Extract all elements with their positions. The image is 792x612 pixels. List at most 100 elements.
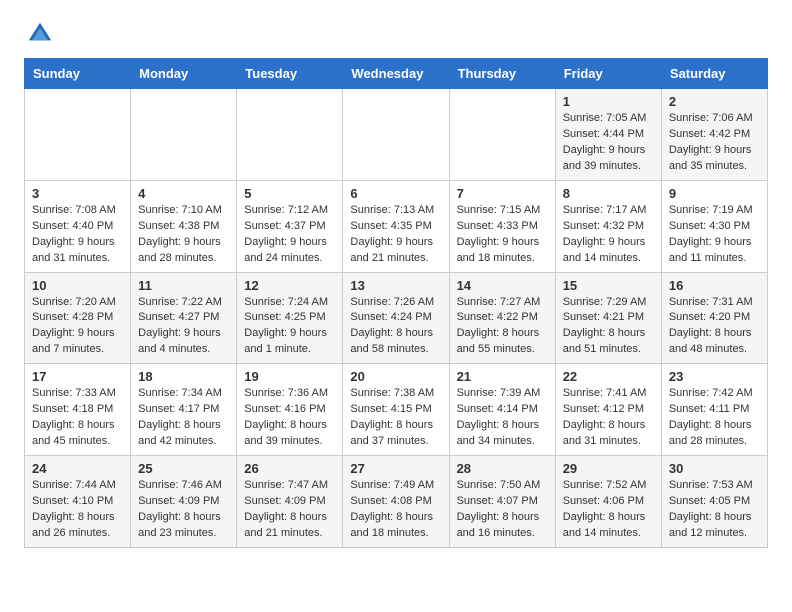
calendar-cell: [25, 89, 131, 181]
day-info: Sunrise: 7:22 AM Sunset: 4:27 PM Dayligh…: [138, 295, 229, 359]
day-info: Sunrise: 7:53 AM Sunset: 4:05 PM Dayligh…: [669, 478, 760, 542]
day-info: Sunrise: 7:20 AM Sunset: 4:28 PM Dayligh…: [32, 295, 123, 359]
day-number: 4: [138, 186, 229, 201]
day-number: 23: [669, 369, 760, 384]
header-cell-saturday: Saturday: [661, 59, 767, 89]
calendar-table: SundayMondayTuesdayWednesdayThursdayFrid…: [24, 58, 768, 548]
calendar-cell: 29 Sunrise: 7:52 AM Sunset: 4:06 PM Dayli…: [555, 456, 661, 548]
day-info: Sunrise: 7:39 AM Sunset: 4:14 PM Dayligh…: [457, 386, 548, 450]
logo: [24, 18, 58, 50]
day-info: Sunrise: 7:06 AM Sunset: 4:42 PM Dayligh…: [669, 111, 760, 175]
calendar-week-row: 24 Sunrise: 7:44 AM Sunset: 4:10 PM Dayli…: [25, 456, 768, 548]
logo-icon: [24, 18, 56, 50]
calendar-cell: 8 Sunrise: 7:17 AM Sunset: 4:32 PM Daylig…: [555, 180, 661, 272]
day-number: 28: [457, 461, 548, 476]
day-info: Sunrise: 7:33 AM Sunset: 4:18 PM Dayligh…: [32, 386, 123, 450]
day-number: 12: [244, 278, 335, 293]
calendar-week-row: 3 Sunrise: 7:08 AM Sunset: 4:40 PM Daylig…: [25, 180, 768, 272]
calendar-week-row: 1Sunrise: 7:05 AM Sunset: 4:44 PM Daylig…: [25, 89, 768, 181]
calendar-cell: 17 Sunrise: 7:33 AM Sunset: 4:18 PM Dayli…: [25, 364, 131, 456]
day-number: 17: [32, 369, 123, 384]
day-number: 21: [457, 369, 548, 384]
day-info: Sunrise: 7:31 AM Sunset: 4:20 PM Dayligh…: [669, 295, 760, 359]
day-number: 10: [32, 278, 123, 293]
calendar-cell: 30 Sunrise: 7:53 AM Sunset: 4:05 PM Dayli…: [661, 456, 767, 548]
calendar-cell: 2 Sunrise: 7:06 AM Sunset: 4:42 PM Daylig…: [661, 89, 767, 181]
calendar-cell: 25 Sunrise: 7:46 AM Sunset: 4:09 PM Dayli…: [131, 456, 237, 548]
header-cell-thursday: Thursday: [449, 59, 555, 89]
calendar-cell: 27 Sunrise: 7:49 AM Sunset: 4:08 PM Dayli…: [343, 456, 449, 548]
day-number: 3: [32, 186, 123, 201]
day-info: Sunrise: 7:17 AM Sunset: 4:32 PM Dayligh…: [563, 203, 654, 267]
day-info: Sunrise: 7:50 AM Sunset: 4:07 PM Dayligh…: [457, 478, 548, 542]
day-number: 19: [244, 369, 335, 384]
calendar-week-row: 10 Sunrise: 7:20 AM Sunset: 4:28 PM Dayli…: [25, 272, 768, 364]
day-info: Sunrise: 7:13 AM Sunset: 4:35 PM Dayligh…: [350, 203, 441, 267]
calendar-cell: 18 Sunrise: 7:34 AM Sunset: 4:17 PM Dayli…: [131, 364, 237, 456]
day-info: Sunrise: 7:47 AM Sunset: 4:09 PM Dayligh…: [244, 478, 335, 542]
calendar-cell: [237, 89, 343, 181]
day-number: 7: [457, 186, 548, 201]
calendar-cell: 12 Sunrise: 7:24 AM Sunset: 4:25 PM Dayli…: [237, 272, 343, 364]
day-number: 27: [350, 461, 441, 476]
page-header: [0, 0, 792, 58]
header-cell-tuesday: Tuesday: [237, 59, 343, 89]
calendar-cell: 24 Sunrise: 7:44 AM Sunset: 4:10 PM Dayli…: [25, 456, 131, 548]
day-number: 5: [244, 186, 335, 201]
day-info: Sunrise: 7:49 AM Sunset: 4:08 PM Dayligh…: [350, 478, 441, 542]
header-cell-sunday: Sunday: [25, 59, 131, 89]
day-number: 15: [563, 278, 654, 293]
day-info: Sunrise: 7:41 AM Sunset: 4:12 PM Dayligh…: [563, 386, 654, 450]
day-number: 6: [350, 186, 441, 201]
day-info: Sunrise: 7:34 AM Sunset: 4:17 PM Dayligh…: [138, 386, 229, 450]
calendar-cell: 19 Sunrise: 7:36 AM Sunset: 4:16 PM Dayli…: [237, 364, 343, 456]
day-number: 9: [669, 186, 760, 201]
calendar-cell: 7 Sunrise: 7:15 AM Sunset: 4:33 PM Daylig…: [449, 180, 555, 272]
day-number: 13: [350, 278, 441, 293]
day-info: Sunrise: 7:19 AM Sunset: 4:30 PM Dayligh…: [669, 203, 760, 267]
day-info: Sunrise: 7:44 AM Sunset: 4:10 PM Dayligh…: [32, 478, 123, 542]
day-number: 22: [563, 369, 654, 384]
day-info: Sunrise: 7:52 AM Sunset: 4:06 PM Dayligh…: [563, 478, 654, 542]
day-number: 8: [563, 186, 654, 201]
calendar-cell: 1Sunrise: 7:05 AM Sunset: 4:44 PM Daylig…: [555, 89, 661, 181]
calendar-cell: 4 Sunrise: 7:10 AM Sunset: 4:38 PM Daylig…: [131, 180, 237, 272]
day-info: Sunrise: 7:42 AM Sunset: 4:11 PM Dayligh…: [669, 386, 760, 450]
day-number: 11: [138, 278, 229, 293]
calendar-cell: 14 Sunrise: 7:27 AM Sunset: 4:22 PM Dayli…: [449, 272, 555, 364]
calendar-cell: 15 Sunrise: 7:29 AM Sunset: 4:21 PM Dayli…: [555, 272, 661, 364]
day-number: 16: [669, 278, 760, 293]
calendar-cell: 28 Sunrise: 7:50 AM Sunset: 4:07 PM Dayli…: [449, 456, 555, 548]
calendar-cell: 13 Sunrise: 7:26 AM Sunset: 4:24 PM Dayli…: [343, 272, 449, 364]
day-info: Sunrise: 7:27 AM Sunset: 4:22 PM Dayligh…: [457, 295, 548, 359]
day-number: 20: [350, 369, 441, 384]
day-info: Sunrise: 7:46 AM Sunset: 4:09 PM Dayligh…: [138, 478, 229, 542]
calendar-week-row: 17 Sunrise: 7:33 AM Sunset: 4:18 PM Dayli…: [25, 364, 768, 456]
day-number: 18: [138, 369, 229, 384]
day-info: Sunrise: 7:10 AM Sunset: 4:38 PM Dayligh…: [138, 203, 229, 267]
day-info: Sunrise: 7:36 AM Sunset: 4:16 PM Dayligh…: [244, 386, 335, 450]
day-info: Sunrise: 7:15 AM Sunset: 4:33 PM Dayligh…: [457, 203, 548, 267]
calendar-cell: [449, 89, 555, 181]
calendar-cell: 26Sunrise: 7:47 AM Sunset: 4:09 PM Dayli…: [237, 456, 343, 548]
header-cell-friday: Friday: [555, 59, 661, 89]
calendar-cell: 23 Sunrise: 7:42 AM Sunset: 4:11 PM Dayli…: [661, 364, 767, 456]
day-number: 14: [457, 278, 548, 293]
calendar-body: 1Sunrise: 7:05 AM Sunset: 4:44 PM Daylig…: [25, 89, 768, 548]
day-number: 30: [669, 461, 760, 476]
calendar-wrapper: SundayMondayTuesdayWednesdayThursdayFrid…: [0, 58, 792, 564]
day-info: Sunrise: 7:26 AM Sunset: 4:24 PM Dayligh…: [350, 295, 441, 359]
day-info: Sunrise: 7:12 AM Sunset: 4:37 PM Dayligh…: [244, 203, 335, 267]
day-info: Sunrise: 7:29 AM Sunset: 4:21 PM Dayligh…: [563, 295, 654, 359]
day-info: Sunrise: 7:08 AM Sunset: 4:40 PM Dayligh…: [32, 203, 123, 267]
calendar-cell: 21 Sunrise: 7:39 AM Sunset: 4:14 PM Dayli…: [449, 364, 555, 456]
calendar-cell: 22 Sunrise: 7:41 AM Sunset: 4:12 PM Dayli…: [555, 364, 661, 456]
day-number: 25: [138, 461, 229, 476]
header-cell-wednesday: Wednesday: [343, 59, 449, 89]
day-number: 29: [563, 461, 654, 476]
day-number: 2: [669, 94, 760, 109]
day-number: 24: [32, 461, 123, 476]
day-info: Sunrise: 7:38 AM Sunset: 4:15 PM Dayligh…: [350, 386, 441, 450]
day-number: 1: [563, 94, 654, 109]
day-info: Sunrise: 7:24 AM Sunset: 4:25 PM Dayligh…: [244, 295, 335, 359]
